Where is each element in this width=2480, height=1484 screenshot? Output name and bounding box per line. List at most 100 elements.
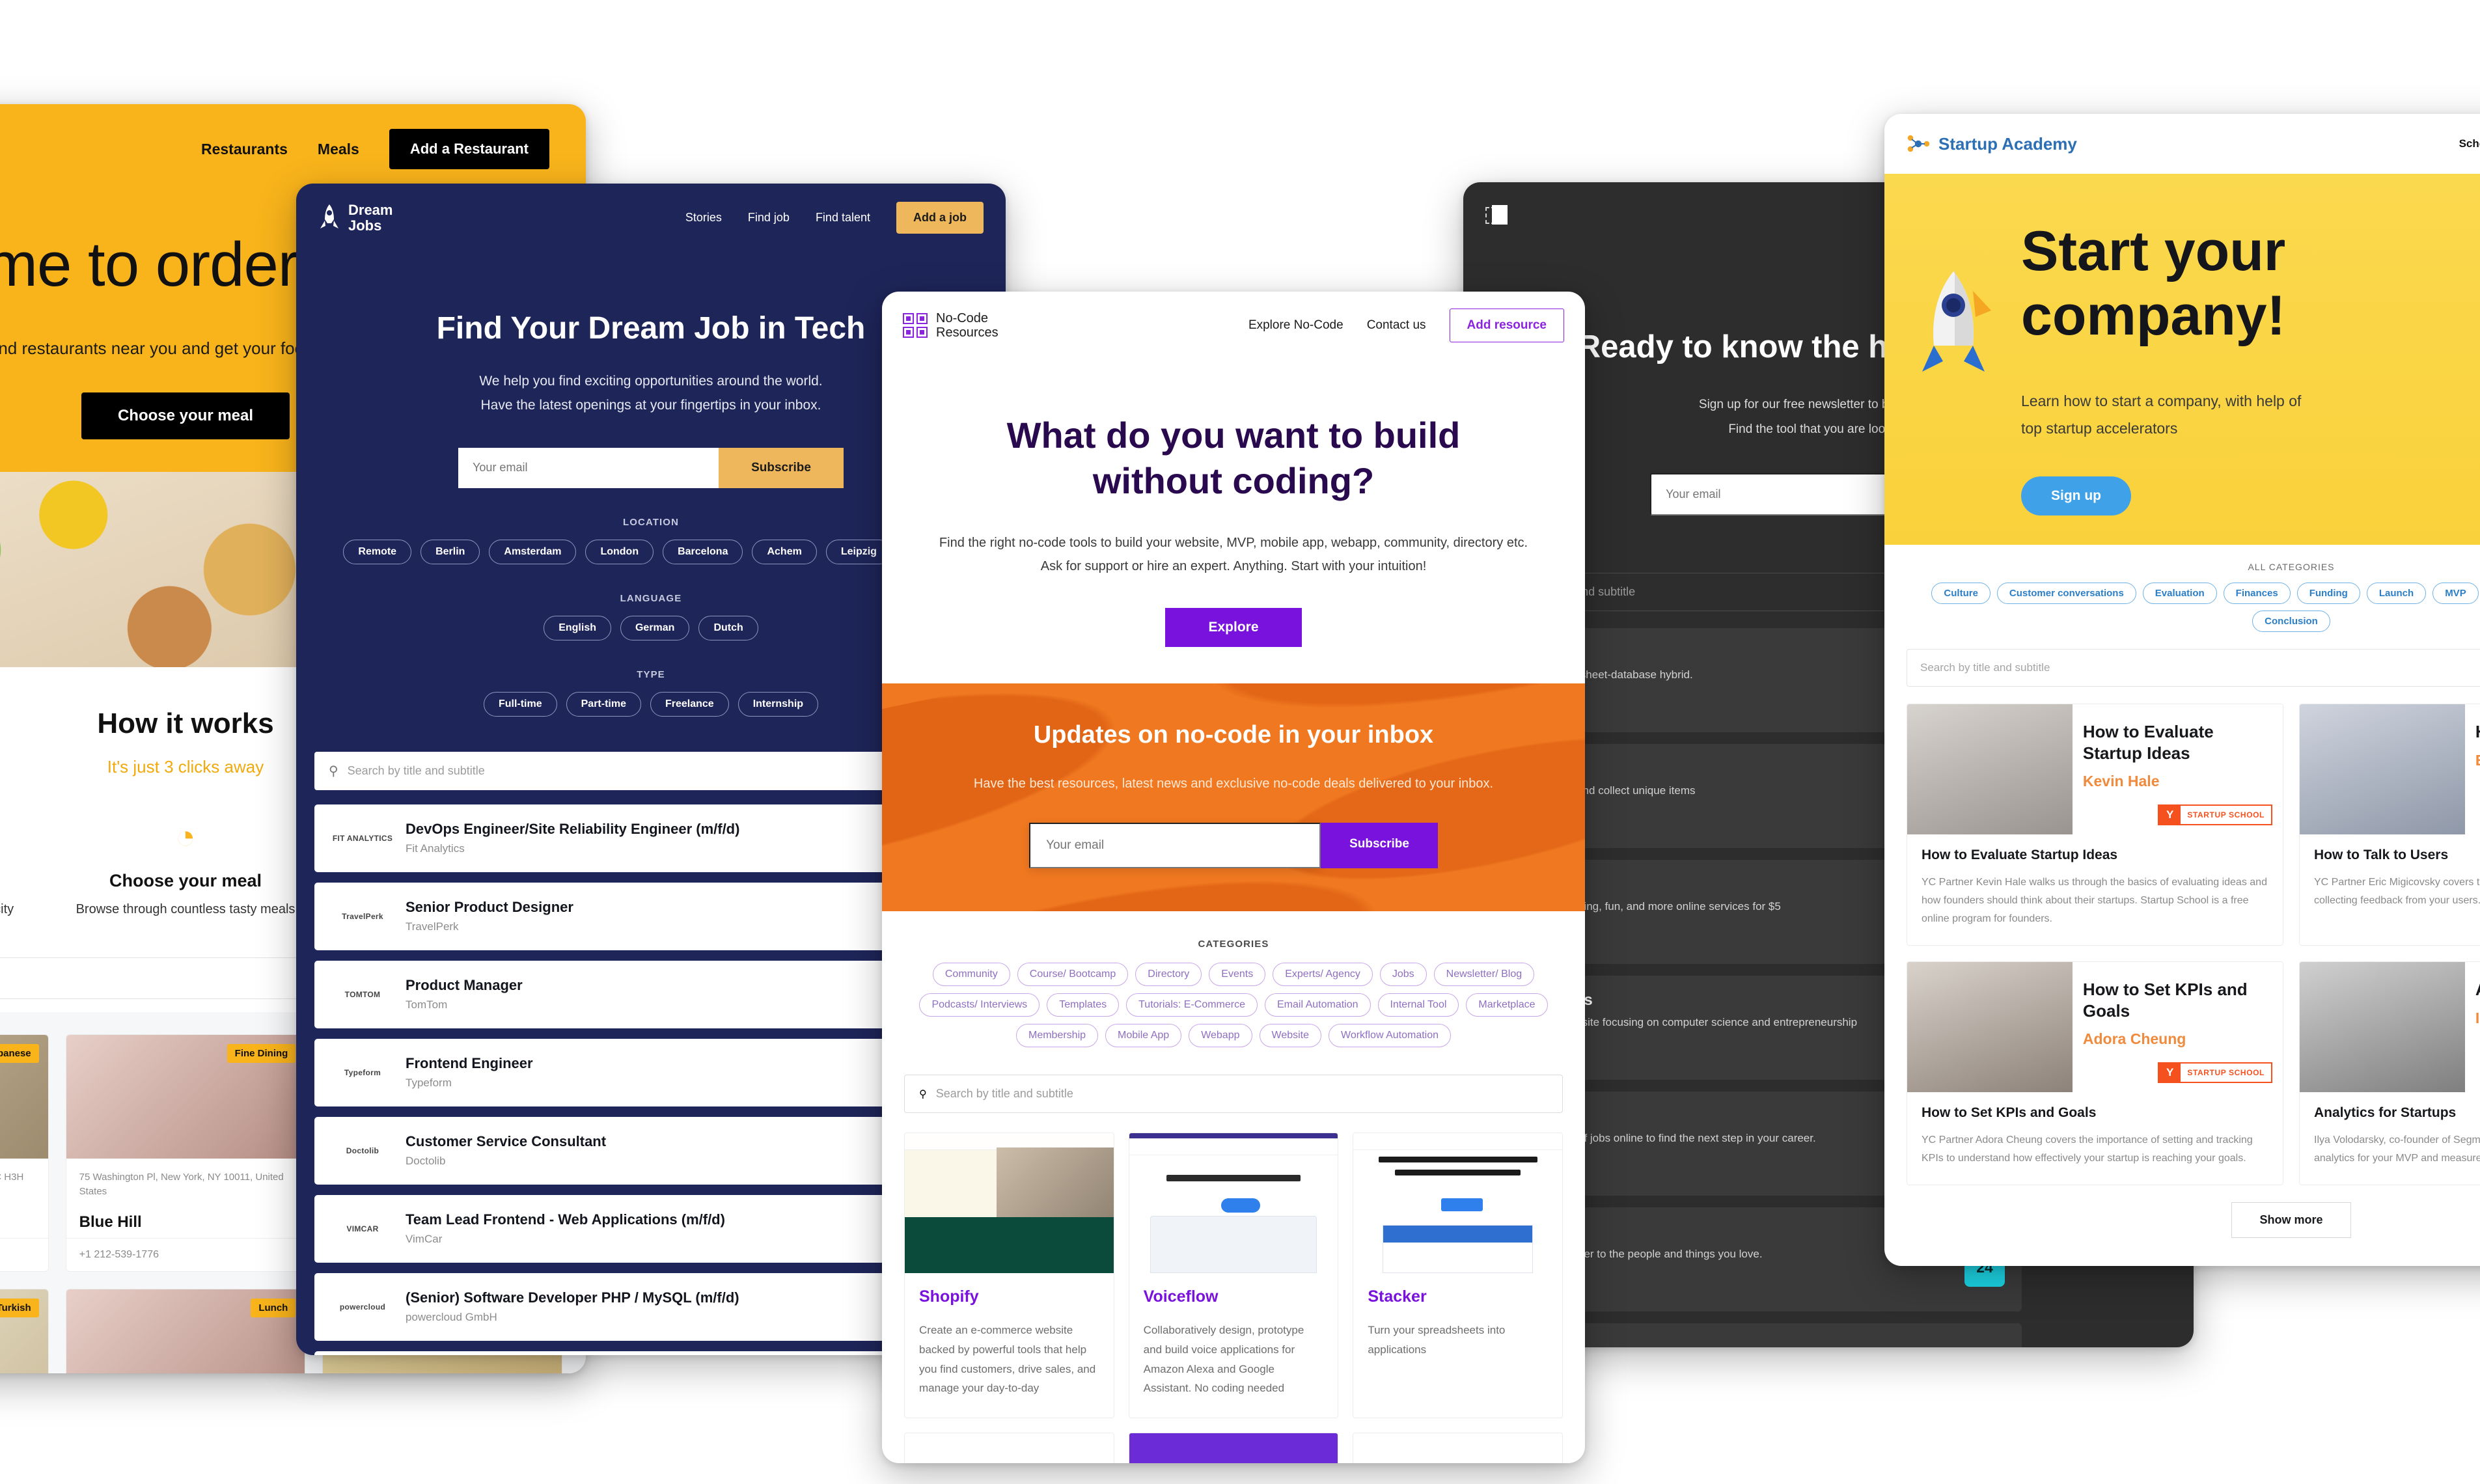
category-chip[interactable]: Launch xyxy=(2366,583,2427,604)
jobs-subscribe-button[interactable]: Subscribe xyxy=(719,447,844,488)
dream-jobs-logo[interactable]: Dream Jobs xyxy=(318,202,393,233)
add-a-job-button[interactable]: Add a job xyxy=(896,202,984,234)
tool-thumb-text: Turn any part of your website into membe… xyxy=(905,1461,1114,1464)
type-chip[interactable]: Full-time xyxy=(483,691,557,717)
add-resource-button[interactable]: Add resource xyxy=(1449,309,1564,342)
category-chip[interactable]: Email Automation xyxy=(1265,993,1371,1017)
restaurant-card[interactable]: Lunch 12 Market Street, London, UK The C… xyxy=(65,1289,306,1373)
show-more-button[interactable]: Show more xyxy=(2231,1202,2351,1238)
qr-grid-icon xyxy=(903,313,928,338)
tool-name: Shopify xyxy=(919,1287,979,1306)
food-nav-restaurants[interactable]: Restaurants xyxy=(201,141,288,158)
crop-frame-icon[interactable] xyxy=(1484,203,1511,230)
academy-search-input[interactable]: Search by title and subtitle xyxy=(1907,649,2480,687)
nav-contact-us[interactable]: Contact us xyxy=(1367,318,1426,333)
logo-line-2: Resources xyxy=(936,325,999,340)
add-restaurant-button[interactable]: Add a Restaurant xyxy=(389,129,549,169)
startup-academy-logo[interactable]: Startup Academy xyxy=(1907,134,2077,154)
type-chip[interactable]: Part-time xyxy=(566,691,641,717)
type-chip[interactable]: Freelance xyxy=(650,691,729,717)
nocode-search-bar[interactable]: ⚲ Search by title and subtitle xyxy=(904,1075,1563,1113)
category-chip[interactable]: Internal Tool xyxy=(1377,993,1459,1017)
step-title: Choose your meal xyxy=(109,871,262,890)
language-chip[interactable]: Dutch xyxy=(698,615,758,640)
category-chip[interactable]: Events xyxy=(1209,963,1266,986)
nocode-tool-card[interactable]: Stacker Turn your spreadsheets into appl… xyxy=(1353,1133,1563,1418)
category-chip[interactable]: Podcasts/ Interviews xyxy=(919,993,1040,1017)
restaurant-card[interactable]: Fine Dining 75 Washington Pl, New York, … xyxy=(65,1034,306,1272)
category-chip[interactable]: Marketplace xyxy=(1466,993,1548,1017)
nocode-tool-card[interactable]: Voiceflow Collaboratively design, protot… xyxy=(1128,1133,1339,1418)
category-chip[interactable]: Customer conversations xyxy=(1996,583,2136,604)
location-chip[interactable]: Berlin xyxy=(420,539,480,564)
category-chip[interactable]: Workflow Automation xyxy=(1329,1024,1452,1047)
job-company: Doctolib xyxy=(406,1155,446,1167)
language-chip[interactable]: English xyxy=(544,615,611,640)
video-thumbnail: Analytics for Startups Ilya Volodarsky Y… xyxy=(2300,962,2480,1092)
location-chip[interactable]: London xyxy=(585,539,654,564)
language-chip[interactable]: German xyxy=(620,615,690,640)
dark-email-input[interactable] xyxy=(1650,473,1907,515)
nocode-tool-card[interactable]: tray.io xyxy=(1353,1433,1563,1463)
category-chip[interactable]: Webapp xyxy=(1189,1024,1252,1047)
restaurant-name: Blue Hill xyxy=(79,1213,142,1231)
nocode-tool-card[interactable]: Shopify Create an e-commerce website bac… xyxy=(904,1133,1114,1418)
nav-schools[interactable]: Schools xyxy=(2459,137,2480,150)
category-chip[interactable]: Funding xyxy=(2296,583,2360,604)
category-chip[interactable]: Tutorials: E-Commerce xyxy=(1126,993,1258,1017)
restaurant-card[interactable]: Japanese 1862 Rue Ste-Catherine O, Montr… xyxy=(0,1034,49,1272)
choose-your-meal-button[interactable]: Choose your meal xyxy=(81,392,290,439)
search-icon: ⚲ xyxy=(329,763,338,778)
explore-button[interactable]: Explore xyxy=(1165,608,1302,647)
video-card[interactable]: Analytics for Startups Ilya Volodarsky Y… xyxy=(2299,961,2480,1185)
tool-thumbnail xyxy=(1353,1133,1562,1273)
location-chip[interactable]: Barcelona xyxy=(663,539,743,564)
food-nav-meals[interactable]: Meals xyxy=(318,141,359,158)
category-chip[interactable]: Community xyxy=(932,963,1010,986)
academy-video-grid: How to Evaluate Startup Ideas Kevin Hale… xyxy=(1907,704,2480,1185)
location-chip[interactable]: Remote xyxy=(343,539,412,564)
nocode-tool-card[interactable]: Make a website in minutes xyxy=(1128,1433,1339,1463)
nav-find-job[interactable]: Find job xyxy=(748,211,790,225)
category-chip[interactable]: Membership xyxy=(1015,1024,1099,1047)
map-pin-icon: ◈ xyxy=(0,820,36,854)
category-chip[interactable]: Newsletter/ Blog xyxy=(1433,963,1535,986)
job-company: TomTom xyxy=(406,998,448,1011)
video-card[interactable]: How to Set KPIs and Goals Adora Cheung Y… xyxy=(1907,961,2283,1185)
category-chip[interactable]: Course/ Bootcamp xyxy=(1017,963,1129,986)
category-chip[interactable]: Finances xyxy=(2223,583,2291,604)
academy-signup-button[interactable]: Sign up xyxy=(2021,476,2131,515)
location-chip[interactable]: Amsterdam xyxy=(489,539,577,564)
category-chip[interactable]: Templates xyxy=(1047,993,1120,1017)
nav-explore-no-code[interactable]: Explore No-Code xyxy=(1248,318,1343,333)
category-chip[interactable]: Culture xyxy=(1931,583,1991,604)
category-chip[interactable]: Conclusion xyxy=(2252,611,2330,632)
job-company: TravelPerk xyxy=(406,920,459,933)
nocode-categories-label: CATEGORIES xyxy=(1198,939,1269,950)
video-card[interactable]: How to Evaluate Startup Ideas Kevin Hale… xyxy=(1907,704,2283,946)
video-desc: YC Partner Kevin Hale walks us through t… xyxy=(1922,877,2267,924)
no-code-resources-logo[interactable]: No-Code Resources xyxy=(903,311,999,340)
nav-stories[interactable]: Stories xyxy=(685,211,722,225)
location-chip[interactable]: Achem xyxy=(752,539,817,564)
academy-title-line-1: Start your xyxy=(2021,220,2286,282)
nocode-tool-card[interactable]: Turn any part of your website into membe… xyxy=(904,1433,1114,1463)
category-chip[interactable]: Website xyxy=(1259,1024,1322,1047)
restaurant-name: Kazu xyxy=(0,1213,35,1231)
newsletter-email-input[interactable] xyxy=(1029,823,1321,868)
category-chip[interactable]: Evaluation xyxy=(2142,583,2217,604)
category-chip[interactable]: Mobile App xyxy=(1105,1024,1182,1047)
tool-desc: Collaboratively design, prototype and bu… xyxy=(1143,1324,1304,1395)
academy-hero-line-1: Learn how to start a company, with help … xyxy=(2021,392,2302,409)
nav-find-talent[interactable]: Find talent xyxy=(816,211,870,225)
type-chip[interactable]: Internship xyxy=(737,691,819,717)
category-chip[interactable]: Directory xyxy=(1135,963,1202,986)
category-chip[interactable]: Experts/ Agency xyxy=(1273,963,1373,986)
video-card[interactable]: How to Talk to Users Eric Migicovsky Y S… xyxy=(2299,704,2480,946)
category-chip[interactable]: Jobs xyxy=(1379,963,1427,986)
restaurant-card[interactable]: Turkish Kadikoy Mah. 14, Istanbul, Turke… xyxy=(0,1289,49,1373)
jobs-email-input[interactable] xyxy=(458,447,719,488)
newsletter-subscribe-button[interactable]: Subscribe xyxy=(1321,823,1438,868)
category-chip[interactable]: MVP xyxy=(2432,583,2479,604)
academy-nav-links: Schools Topics Get started xyxy=(2459,128,2480,159)
